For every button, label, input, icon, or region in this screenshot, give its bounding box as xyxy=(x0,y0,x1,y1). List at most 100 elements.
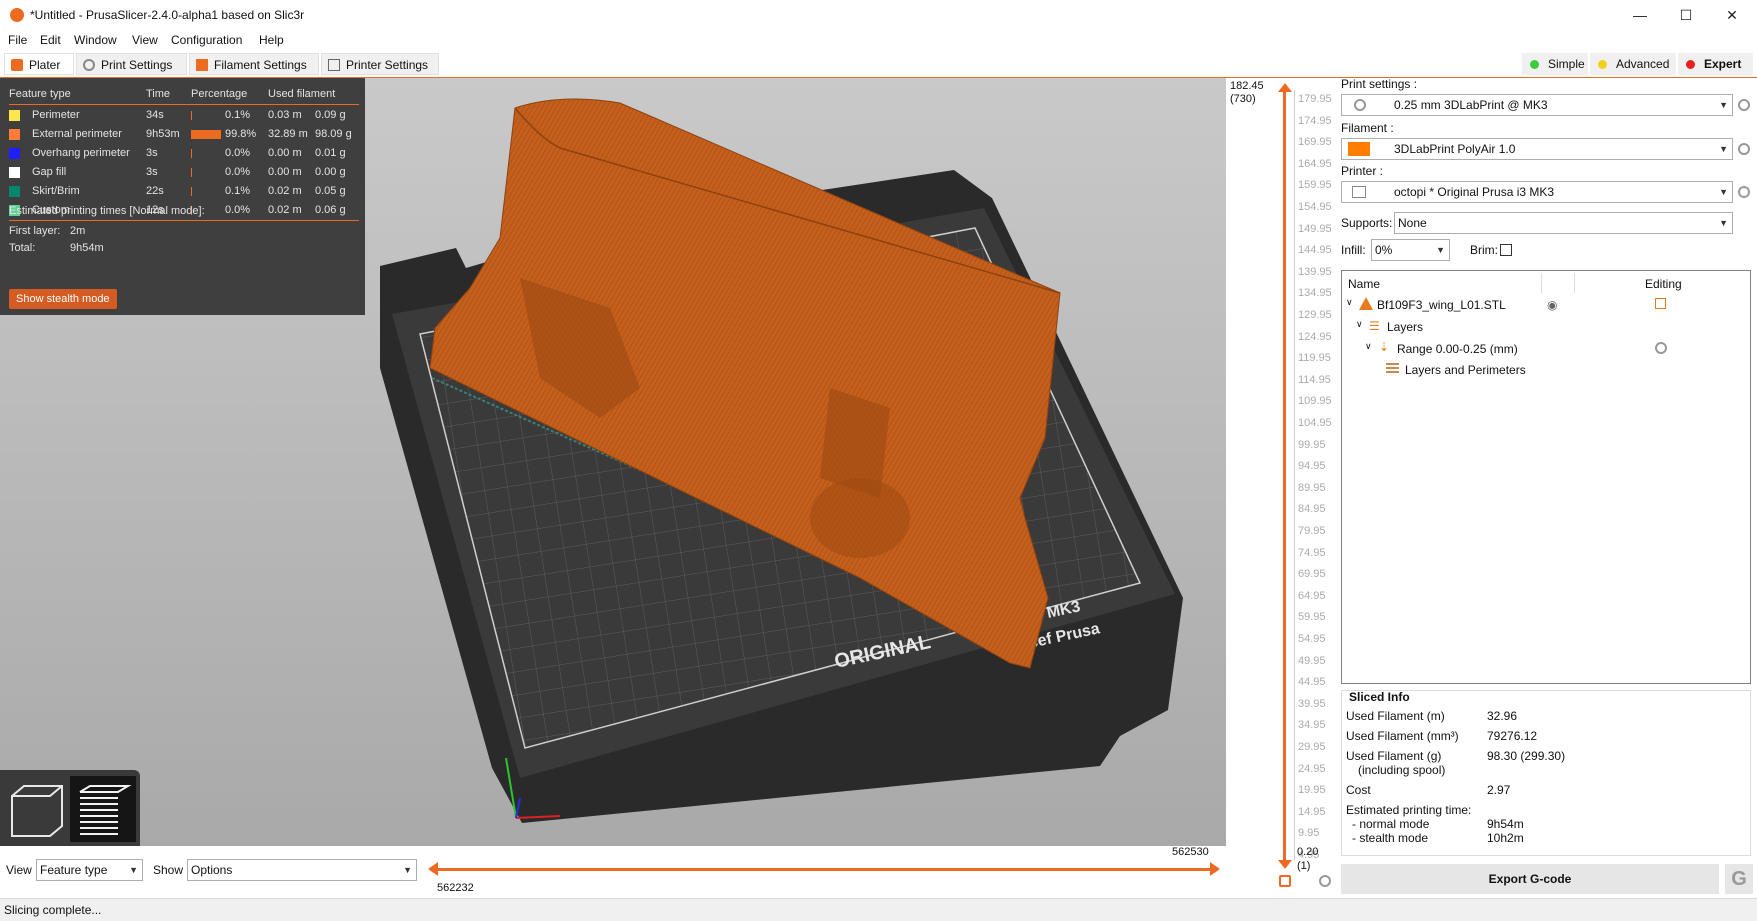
layers-icon: ☰ xyxy=(1369,319,1380,333)
menu-file[interactable]: File xyxy=(8,33,27,47)
stealth-mode-value: 10h2m xyxy=(1487,831,1524,845)
legend-percentage: 0.1% xyxy=(225,109,251,121)
printer-edit-icon[interactable] xyxy=(1738,186,1750,198)
show-stealth-mode-button[interactable]: Show stealth mode xyxy=(9,289,117,309)
hslider-left-thumb[interactable] xyxy=(428,862,438,876)
layers-and-perimeters-item[interactable]: Layers and Perimeters xyxy=(1405,363,1526,377)
legend-color-swatch xyxy=(9,186,20,197)
legend-divider xyxy=(9,220,359,221)
layers-item[interactable]: Layers xyxy=(1387,320,1423,334)
export-gcode-button[interactable]: Export G-code xyxy=(1341,864,1719,894)
edit-object-icon[interactable] xyxy=(1655,298,1666,309)
spool-icon xyxy=(196,59,208,71)
menu-configuration[interactable]: Configuration xyxy=(171,33,242,47)
infill-combo[interactable]: 0% ▼ xyxy=(1371,239,1450,261)
vslider-bottom-layer: (1) xyxy=(1297,860,1311,872)
gear-icon[interactable] xyxy=(1655,342,1667,354)
view-combo[interactable]: Feature type ▼ xyxy=(36,859,143,881)
tab-filament-settings[interactable]: Filament Settings xyxy=(189,53,319,75)
filament-color-swatch xyxy=(1348,142,1370,156)
close-button[interactable]: ✕ xyxy=(1709,0,1755,30)
show-combo[interactable]: Options ▼ xyxy=(187,859,417,881)
legend-feature-name: Overhang perimeter xyxy=(32,147,130,159)
est-time-label: Estimated printing time: xyxy=(1346,803,1472,817)
maximize-button[interactable]: ☐ xyxy=(1663,0,1709,30)
menu-help[interactable]: Help xyxy=(259,33,284,47)
vslider-tick-label: 29.95 xyxy=(1298,741,1326,753)
normal-mode-label: - normal mode xyxy=(1352,817,1430,831)
view-label: View xyxy=(6,863,32,877)
legend-percentage: 0.0% xyxy=(225,147,251,159)
menu-window[interactable]: Window xyxy=(74,33,117,47)
vslider-tick-label: 44.95 xyxy=(1298,676,1326,689)
lock-icon[interactable] xyxy=(1279,875,1291,887)
filament-edit-icon[interactable] xyxy=(1738,143,1750,155)
minimize-button[interactable]: — xyxy=(1617,0,1663,30)
legend-length: 0.03 m xyxy=(268,109,302,121)
vslider-track[interactable] xyxy=(1283,90,1286,860)
legend-color-swatch xyxy=(9,148,20,159)
eye-icon[interactable]: ◉ xyxy=(1547,298,1557,312)
vslider-bottom-thumb[interactable] xyxy=(1278,860,1292,869)
tab-print-settings[interactable]: Print Settings xyxy=(76,53,187,75)
range-item[interactable]: Range 0.00-0.25 (mm) xyxy=(1397,342,1518,356)
hslider-left-value: 562232 xyxy=(437,882,474,894)
legend-percentage: 0.0% xyxy=(225,166,251,178)
title-bar: *Untitled - PrusaSlicer-2.4.0-alpha1 bas… xyxy=(0,0,1757,30)
vslider-tick-label: 89.95 xyxy=(1298,481,1326,494)
tab-bar: Plater Print Settings Filament Settings … xyxy=(0,51,1757,79)
chevron-down-icon: ▼ xyxy=(1719,144,1728,154)
filament-combo[interactable]: 3DLabPrint PolyAir 1.0 ▼ xyxy=(1341,138,1733,160)
chevron-down-icon[interactable]: ∨ xyxy=(1356,319,1363,330)
vslider-tick-label: 129.95 xyxy=(1298,309,1332,321)
menu-edit[interactable]: Edit xyxy=(40,33,61,47)
object-name[interactable]: Bf109F3_wing_L01.STL xyxy=(1377,298,1506,312)
menu-view[interactable]: View xyxy=(132,33,158,47)
hslider-right-thumb[interactable] xyxy=(1210,862,1220,876)
chevron-down-icon: ▼ xyxy=(1719,218,1728,228)
vslider-tick-label: 179.95 xyxy=(1298,93,1332,105)
object-list: Name Editing ∨ Bf109F3_wing_L01.STL ◉ ∨ … xyxy=(1341,270,1751,684)
settings-icon xyxy=(1386,363,1399,375)
mode-advanced[interactable]: Advanced xyxy=(1590,53,1676,75)
bottom-bar: View Feature type ▼ Show Options ▼ 56253… xyxy=(0,846,1226,898)
printer-combo[interactable]: octopi * Original Prusa i3 MK3 ▼ xyxy=(1341,181,1733,203)
legend-time: 9h53m xyxy=(146,128,180,140)
mode-simple[interactable]: Simple xyxy=(1522,53,1588,75)
legend-feature-name: Perimeter xyxy=(32,109,80,121)
print-settings-combo[interactable]: 0.25 mm 3DLabPrint @ MK3 ▼ xyxy=(1341,94,1733,116)
used-g-label: Used Filament (g) xyxy=(1346,749,1442,763)
legend-time: 34s xyxy=(146,109,164,121)
legend-color-swatch xyxy=(9,110,20,121)
supports-combo[interactable]: None ▼ xyxy=(1394,212,1733,234)
3d-view-icon[interactable] xyxy=(11,785,63,837)
gcode-preview-icon[interactable]: G xyxy=(1725,864,1753,894)
horizontal-slider-track[interactable] xyxy=(432,868,1214,871)
vslider-top-layer: (730) xyxy=(1230,93,1256,105)
legend-time: 22s xyxy=(146,185,164,197)
legend-percentage: 0.1% xyxy=(225,185,251,197)
vslider-tick-label: 154.95 xyxy=(1298,201,1332,213)
chevron-down-icon: ▼ xyxy=(129,865,138,875)
legend-col-time: Time xyxy=(146,88,171,100)
legend-weight: 98.09 g xyxy=(315,128,352,140)
chevron-down-icon[interactable]: ∨ xyxy=(1346,297,1353,308)
filament-label: Filament : xyxy=(1341,121,1394,135)
used-m-value: 32.96 xyxy=(1487,709,1518,723)
legend-length: 0.02 m xyxy=(268,204,302,216)
print-settings-edit-icon[interactable] xyxy=(1738,99,1750,111)
tab-plater[interactable]: Plater xyxy=(4,53,74,75)
legend-percentage: 99.8% xyxy=(225,128,257,140)
printer-label: Printer : xyxy=(1341,164,1384,178)
view-combo-value: Feature type xyxy=(40,863,108,877)
vertical-layer-slider: 182.45 (730) 179.95 174.95 169.95 164.95 159… xyxy=(1226,78,1340,898)
tab-printer-settings[interactable]: Printer Settings xyxy=(321,53,439,75)
brim-checkbox[interactable] xyxy=(1500,244,1512,256)
mode-expert[interactable]: Expert xyxy=(1678,53,1753,75)
printer-icon xyxy=(328,59,340,71)
gear-icon[interactable] xyxy=(1319,875,1331,887)
chevron-down-icon[interactable]: ∨ xyxy=(1365,341,1372,352)
infill-label: Infill: xyxy=(1341,243,1366,257)
vslider-tick-label: 109.95 xyxy=(1298,395,1332,408)
legend-feature-name: External perimeter xyxy=(32,128,122,140)
